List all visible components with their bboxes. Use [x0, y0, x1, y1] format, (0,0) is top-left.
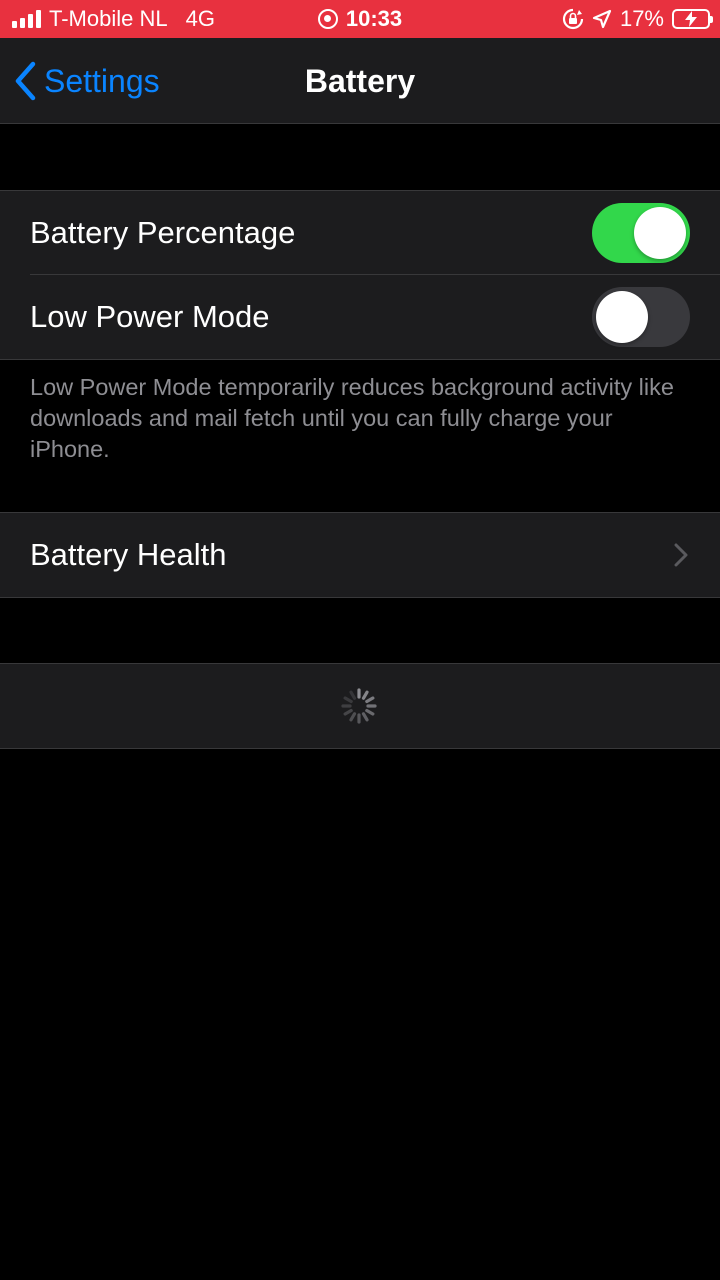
low-power-footnote: Low Power Mode temporarily reduces backg… [30, 374, 674, 462]
low-power-mode-label: Low Power Mode [30, 299, 270, 334]
screen-record-icon [317, 9, 338, 29]
navigation-bar: Settings Battery [0, 38, 720, 124]
loading-row [0, 664, 720, 748]
back-button[interactable]: Settings [14, 38, 160, 124]
back-chevron-icon [15, 61, 36, 101]
toggle-knob [634, 207, 686, 259]
battery-percentage-label: Battery Percentage [30, 215, 296, 250]
clock: 10:33 [345, 6, 403, 31]
battery-charging-icon [672, 9, 713, 29]
battery-health-row[interactable]: Battery Health [0, 513, 720, 597]
location-icon [592, 9, 612, 29]
status-right: 17% [562, 0, 713, 38]
low-power-mode-toggle[interactable] [592, 287, 690, 347]
loading-group [0, 663, 720, 749]
battery-percent: 17% [619, 6, 664, 31]
loading-spinner-icon [341, 688, 377, 724]
orientation-lock-icon [562, 8, 584, 30]
low-power-mode-row: Low Power Mode [0, 275, 720, 359]
chevron-right-icon [674, 543, 688, 567]
toggle-group: Battery Percentage Low Power Mode [0, 190, 720, 360]
back-label: Settings [44, 62, 160, 99]
toggle-knob [596, 291, 648, 343]
battery-percentage-row: Battery Percentage [0, 191, 720, 275]
battery-percentage-toggle[interactable] [592, 203, 690, 263]
battery-health-label: Battery Health [30, 537, 227, 572]
battery-health-group: Battery Health [0, 512, 720, 598]
status-bar: T-Mobile NL 4G 10:33 17% [0, 0, 720, 38]
